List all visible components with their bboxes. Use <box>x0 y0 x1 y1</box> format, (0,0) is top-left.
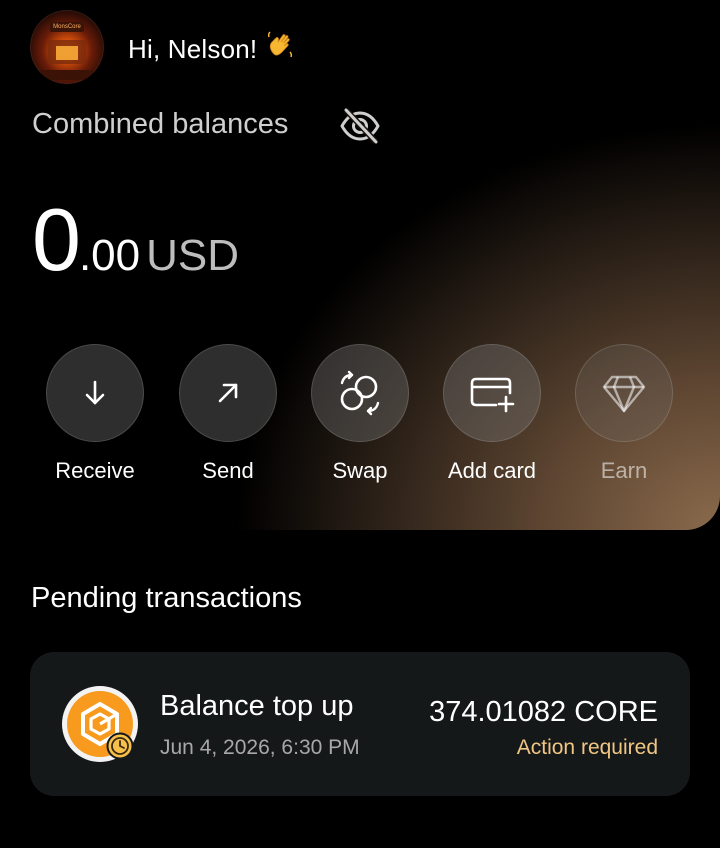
send-label: Send <box>202 458 254 483</box>
add-card-circle[interactable] <box>443 344 541 442</box>
avatar[interactable]: MonsCore <box>30 10 104 84</box>
balance-integer: 0 <box>32 190 81 289</box>
balance-decimal: .00 <box>78 231 141 280</box>
earn-label: Earn <box>600 458 648 483</box>
combined-balances-label: Combined balances <box>32 108 289 140</box>
greeting: Hi, Nelson! <box>128 30 295 67</box>
balance-hero: MonsCore Hi, Nelson! Combined balances 0… <box>0 0 720 530</box>
add-card-button[interactable]: Add card <box>427 344 557 484</box>
add-card-label: Add card <box>447 458 537 483</box>
earn-button[interactable]: Earn <box>559 344 689 484</box>
arrow-up-right-icon <box>218 383 238 403</box>
card-plus-icon <box>470 377 515 413</box>
receive-button[interactable]: Receive <box>30 344 160 484</box>
earn-circle[interactable] <box>575 344 673 442</box>
transaction-amount: 374.01082 CORE <box>429 696 658 728</box>
eye-off-icon[interactable] <box>338 106 382 146</box>
arrow-down-icon <box>85 380 105 405</box>
balance-amount: 0.00 USD <box>32 196 239 284</box>
transaction-status[interactable]: Action required <box>517 736 658 760</box>
send-circle[interactable] <box>179 344 277 442</box>
pending-transactions-title: Pending transactions <box>31 582 302 614</box>
receive-circle[interactable] <box>46 344 144 442</box>
swap-icon <box>340 370 380 416</box>
transaction-date: Jun 4, 2026, 6:30 PM <box>160 736 360 759</box>
transaction-title: Balance top up <box>160 690 354 722</box>
send-button[interactable]: Send <box>163 344 293 484</box>
greeting-text: Hi, Nelson! <box>128 34 258 64</box>
clock-icon <box>106 732 134 760</box>
diamond-icon <box>602 375 646 413</box>
swap-circle[interactable] <box>311 344 409 442</box>
balance-currency: USD <box>146 231 240 280</box>
transaction-card[interactable]: Balance top up Jun 4, 2026, 6:30 PM 374.… <box>30 652 690 796</box>
waving-hand-icon <box>265 30 295 67</box>
swap-label: Swap <box>332 458 388 483</box>
receive-label: Receive <box>55 458 135 483</box>
swap-button[interactable]: Swap <box>295 344 425 484</box>
